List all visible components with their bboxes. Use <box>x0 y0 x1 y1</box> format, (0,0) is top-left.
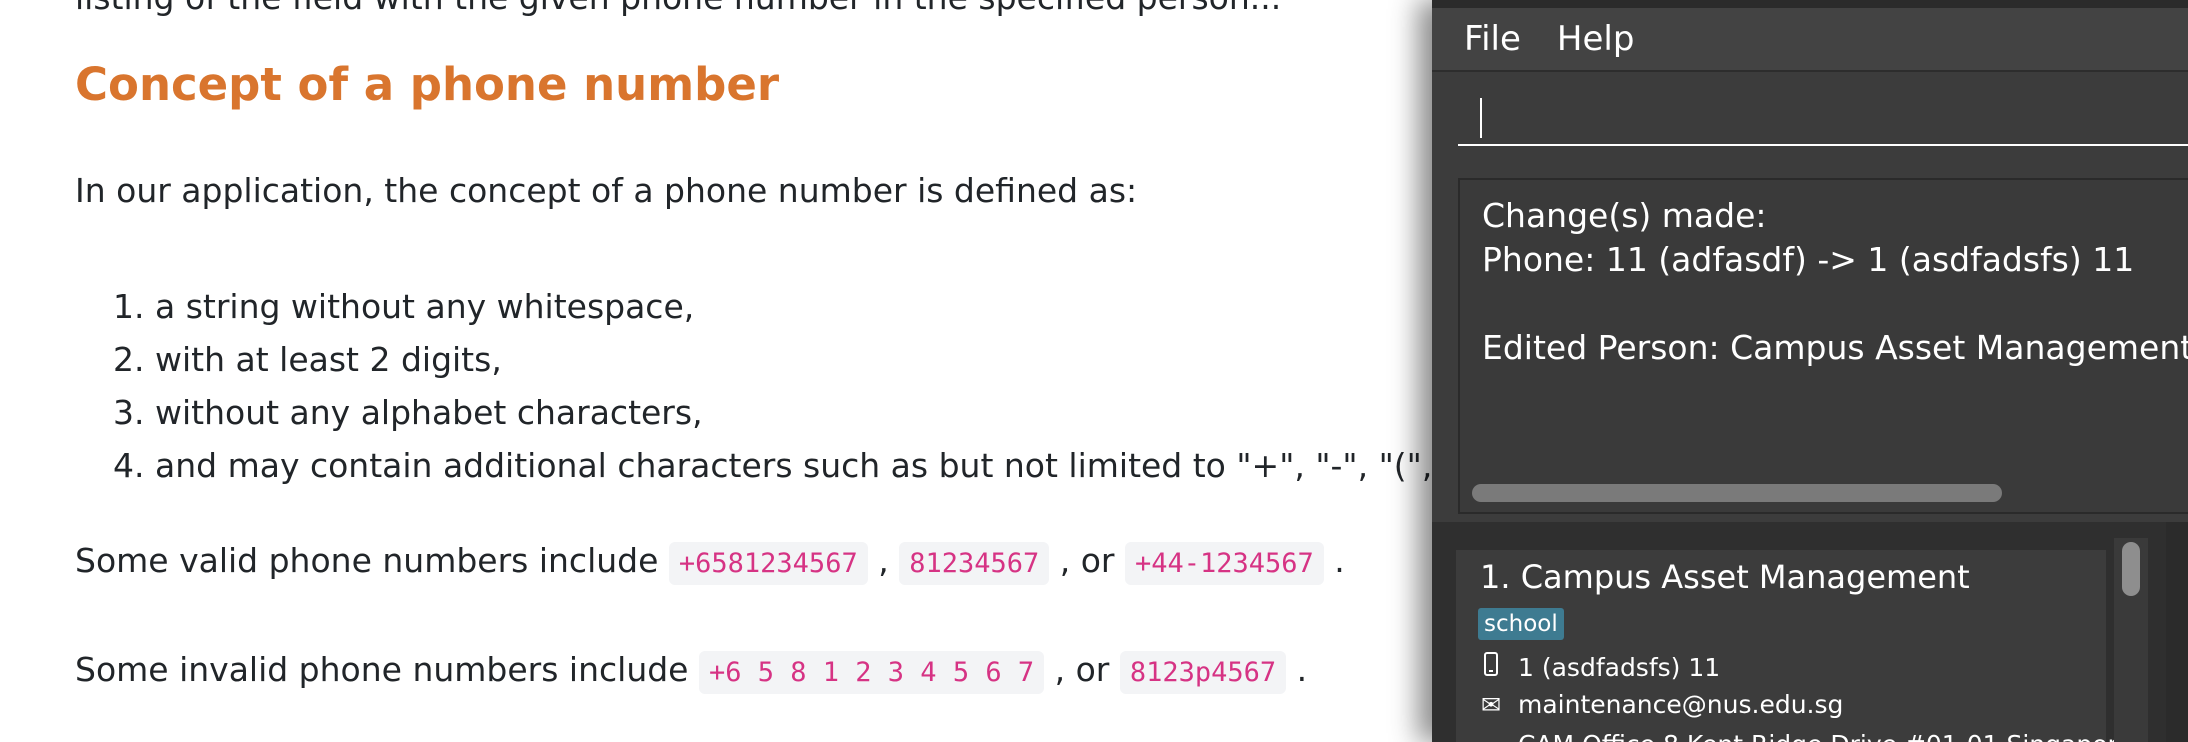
valid-example-3: +44-1234567 <box>1124 542 1324 585</box>
mail-icon: ✉ <box>1480 691 1502 719</box>
person-list-scrollbar[interactable] <box>2114 538 2148 742</box>
window-title-strip <box>1432 0 2188 8</box>
section-heading: Concept of a phone number <box>75 58 780 111</box>
panel-divider[interactable] <box>2166 522 2188 742</box>
menu-file[interactable]: File <box>1446 8 1539 70</box>
person-list-region: 1. Campus Asset Management school 1 (asd… <box>1432 522 2188 742</box>
definition-item-2: with at least 2 digits, <box>155 333 1440 386</box>
command-box <box>1432 72 2188 160</box>
valid-separator-2: , or <box>1049 541 1125 580</box>
valid-end: . <box>1323 541 1345 580</box>
email-row: ✉ maintenance@nus.edu.sg <box>1478 690 1843 719</box>
command-input[interactable] <box>1458 84 2188 146</box>
valid-example-2: 81234567 <box>899 542 1050 585</box>
scrollbar-thumb[interactable] <box>2122 542 2140 596</box>
app-window: File Help Change(s) made: Phone: 11 (adf… <box>1432 0 2188 742</box>
phone-definition-list: a string without any whitespace, with at… <box>75 280 1440 492</box>
result-message: Change(s) made: Phone: 11 (adfasdf) -> 1… <box>1482 196 2188 367</box>
person-name: 1. Campus Asset Management <box>1480 558 1970 596</box>
documentation-page: listing of the field with the given phon… <box>0 0 1440 742</box>
valid-prefix: Some valid phone numbers include <box>75 541 669 580</box>
intro-paragraph: In our application, the concept of a pho… <box>75 171 1138 210</box>
invalid-example-1: +6 5 8 1 2 3 4 5 6 7 <box>698 651 1045 694</box>
menu-help[interactable]: Help <box>1539 8 1653 70</box>
tag-badge: school <box>1478 608 1564 640</box>
invalid-separator-1: , or <box>1044 650 1120 689</box>
valid-separator-1: , <box>867 541 900 580</box>
definition-item-1: a string without any whitespace, <box>155 280 1440 333</box>
definition-item-3: without any alphabet characters, <box>155 386 1440 439</box>
valid-examples-paragraph: Some valid phone numbers include +658123… <box>75 540 1345 585</box>
invalid-examples-paragraph: Some invalid phone numbers include +6 5 … <box>75 649 1308 694</box>
person-email: maintenance@nus.edu.sg <box>1518 690 1844 719</box>
phone-row: 1 (asdfadsfs) 11 <box>1478 652 1720 682</box>
person-address: CAM Office 8 Kent Ridge Drive #01-01 Sin… <box>1518 730 2133 742</box>
definition-item-4: and may contain additional characters su… <box>155 439 1440 492</box>
valid-example-1: +6581234567 <box>668 542 868 585</box>
invalid-end: . <box>1286 650 1308 689</box>
address-row: CAM Office 8 Kent Ridge Drive #01-01 Sin… <box>1478 730 2133 742</box>
phone-icon <box>1478 652 1504 682</box>
menu-bar: File Help <box>1432 8 2188 72</box>
text-caret <box>1480 98 1482 138</box>
clipped-text-line: listing of the field with the given phon… <box>75 0 1281 17</box>
result-display[interactable]: Change(s) made: Phone: 11 (adfasdf) -> 1… <box>1458 178 2188 514</box>
result-horizontal-scrollbar[interactable] <box>1472 484 2002 502</box>
person-phone: 1 (asdfadsfs) 11 <box>1518 652 1721 682</box>
person-card[interactable]: 1. Campus Asset Management school 1 (asd… <box>1456 550 2133 742</box>
invalid-prefix: Some invalid phone numbers include <box>75 650 699 689</box>
invalid-example-2: 8123p4567 <box>1119 651 1287 694</box>
